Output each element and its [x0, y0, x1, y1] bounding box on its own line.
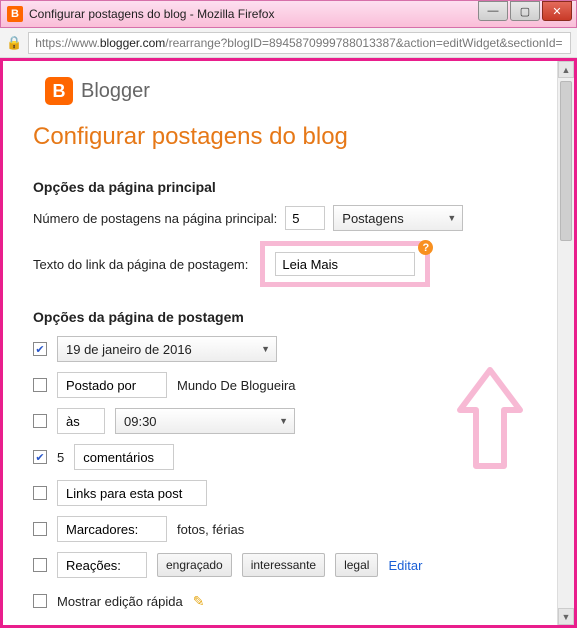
time-at-input[interactable]: [57, 408, 105, 434]
date-row: 19 de janeiro de 2016: [33, 335, 552, 363]
reactions-label-input[interactable]: [57, 552, 147, 578]
postlinks-label-input[interactable]: [57, 480, 207, 506]
window-title: Configurar postagens do blog - Mozilla F…: [29, 7, 274, 21]
vertical-scrollbar[interactable]: ▲ ▼: [557, 61, 574, 625]
page-title: Configurar postagens do blog: [33, 123, 552, 151]
decorative-frame: ▲ ▼ B Blogger Configurar postagens do bl…: [0, 58, 577, 628]
scroll-thumb[interactable]: [560, 81, 572, 241]
url-domain: blogger.com: [100, 36, 165, 50]
postedby-checkbox[interactable]: [33, 378, 47, 392]
url-prefix: https://www.: [35, 36, 100, 50]
brand: B Blogger: [45, 77, 552, 105]
page-content: ▲ ▼ B Blogger Configurar postagens do bl…: [3, 61, 574, 625]
window-close-button[interactable]: ✕: [542, 1, 572, 21]
postlinks-row: [33, 479, 552, 507]
reactions-row: engraçado interessante legal Editar: [33, 551, 552, 579]
comments-count: 5: [57, 450, 64, 465]
reactions-checkbox[interactable]: [33, 558, 47, 572]
labels-label-input[interactable]: [57, 516, 167, 542]
post-unit-selected: Postagens: [342, 211, 403, 226]
time-format-select[interactable]: 09:30: [115, 408, 295, 434]
window-favicon: B: [7, 6, 23, 22]
link-text-input[interactable]: [275, 252, 415, 276]
help-icon[interactable]: ?: [418, 240, 433, 255]
highlighted-input-box: ?: [260, 241, 430, 287]
url-path: /rearrange?blogID=8945870999788013387&ac…: [165, 36, 562, 50]
time-value: 09:30: [124, 414, 157, 429]
num-posts-row: Número de postagens na página principal:…: [33, 205, 552, 231]
reactions-edit-link[interactable]: Editar: [388, 558, 422, 573]
reaction-button-3[interactable]: legal: [335, 553, 378, 577]
quickedit-row: Mostrar edição rápida ✎: [33, 587, 552, 615]
postedby-label-input[interactable]: [57, 372, 167, 398]
labels-row: fotos, férias: [33, 515, 552, 543]
num-posts-label: Número de postagens na página principal:: [33, 211, 277, 226]
date-format-select[interactable]: 19 de janeiro de 2016: [57, 336, 277, 362]
date-checkbox[interactable]: [33, 342, 47, 356]
pencil-icon: ✎: [193, 593, 205, 610]
quickedit-checkbox[interactable]: [33, 594, 47, 608]
window-maximize-button[interactable]: ▢: [510, 1, 540, 21]
window-titlebar: B Configurar postagens do blog - Mozilla…: [0, 0, 577, 28]
post-unit-select[interactable]: Postagens: [333, 205, 463, 231]
reaction-button-2[interactable]: interessante: [242, 553, 325, 577]
comments-checkbox[interactable]: [33, 450, 47, 464]
window-minimize-button[interactable]: —: [478, 1, 508, 21]
labels-checkbox[interactable]: [33, 522, 47, 536]
author-name: Mundo De Blogueira: [177, 378, 296, 393]
link-text-row: Texto do link da página de postagem: ?: [33, 241, 552, 287]
comments-label-input[interactable]: [74, 444, 174, 470]
post-page-heading: Opções da página de postagem: [33, 309, 552, 325]
sharelinks-row: Mostrar links Enviar esta postagem ✉➤: [33, 623, 552, 625]
reaction-button-1[interactable]: engraçado: [157, 553, 232, 577]
url-input[interactable]: https://www.blogger.com/rearrange?blogID…: [28, 32, 571, 54]
time-checkbox[interactable]: [33, 414, 47, 428]
postlinks-checkbox[interactable]: [33, 486, 47, 500]
address-bar: 🔒 https://www.blogger.com/rearrange?blog…: [0, 28, 577, 58]
scroll-up-button[interactable]: ▲: [558, 61, 574, 78]
quickedit-label: Mostrar edição rápida: [57, 594, 183, 609]
labels-sample: fotos, férias: [177, 522, 244, 537]
annotation-arrow-icon: [454, 366, 526, 476]
date-value: 19 de janeiro de 2016: [66, 342, 192, 357]
link-text-label: Texto do link da página de postagem:: [33, 257, 248, 272]
lock-icon: 🔒: [6, 35, 22, 51]
num-posts-input[interactable]: [285, 206, 325, 230]
brand-name: Blogger: [81, 80, 150, 103]
scroll-down-button[interactable]: ▼: [558, 608, 574, 625]
main-options-heading: Opções da página principal: [33, 179, 552, 195]
blogger-logo-icon: B: [45, 77, 73, 105]
